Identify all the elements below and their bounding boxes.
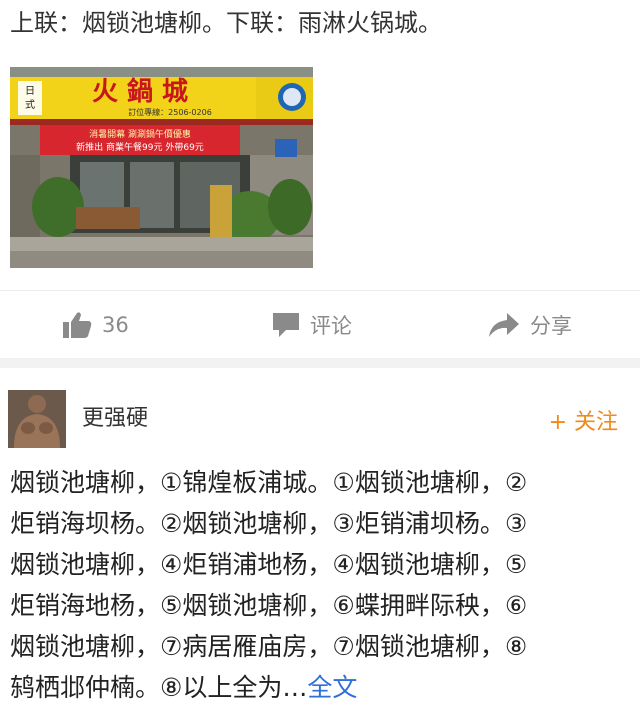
comment-label: 评论	[310, 314, 352, 338]
read-more-link[interactable]: 全文	[307, 673, 357, 702]
sign-small-label-top: 日	[25, 86, 35, 97]
comment-line: 烟锁池塘柳，④炬销浦地杨，④烟锁池塘柳，⑤	[10, 550, 528, 579]
section-divider	[0, 358, 640, 368]
comment-last-line: 鸫栖邶仲楠。⑧以上全为…全文	[10, 667, 632, 708]
like-button[interactable]: 36	[62, 309, 129, 341]
sign-small-label-bottom: 式	[25, 98, 35, 111]
user-avatar-image	[8, 390, 66, 448]
thumbs-up-icon	[63, 312, 92, 338]
follow-button[interactable]: + 关注	[549, 404, 618, 436]
sign-name: 火 鍋 城	[92, 76, 188, 107]
comment-line: 炬销海地杨，⑤烟锁池塘柳，⑥蝶拥畔际秧，⑥	[10, 591, 528, 620]
comment-button[interactable]: 评论	[272, 309, 352, 341]
avatar[interactable]	[8, 390, 66, 448]
post-image[interactable]: 日 式 火 鍋 城 訂位專線：2506-0206 消暑開幕 涮涮鍋午價優惠 新推…	[10, 67, 313, 268]
share-label: 分享	[530, 314, 572, 338]
sign-banner-sub: 新推出 商業午餐99元 外帶69元	[76, 141, 204, 153]
comment-line: 炬销海坝杨。②烟锁池塘柳，③炬销浦坝杨。③	[10, 509, 528, 538]
comment-icon	[273, 313, 299, 337]
comment-body: 烟锁池塘柳，①锦煌板浦城。①烟锁池塘柳，② 炬销海坝杨。②烟锁池塘柳，③炬销浦坝…	[10, 462, 632, 708]
like-count: 36	[102, 313, 129, 337]
comment-line: 烟锁池塘柳，①锦煌板浦城。①烟锁池塘柳，②	[10, 468, 528, 497]
sign-phone: 訂位專線：2506-0206	[128, 107, 212, 117]
comment-last-text: 鸫栖邶仲楠。⑧以上全为…	[10, 673, 308, 702]
comment-line: 烟锁池塘柳，⑦病居雁庙房，⑦烟锁池塘柳，⑧	[10, 632, 528, 661]
share-button[interactable]: 分享	[488, 309, 572, 341]
storefront-photo: 日 式 火 鍋 城 訂位專線：2506-0206 消暑開幕 涮涮鍋午價優惠 新推…	[10, 67, 313, 268]
sign-banner: 消暑開幕 涮涮鍋午價優惠	[89, 128, 191, 140]
comment-header: 更强硬 + 关注	[0, 368, 640, 452]
post-actions: 36 评论 分享	[0, 290, 640, 359]
share-icon	[489, 313, 519, 337]
post-text: 上联：烟锁池塘柳。下联：雨淋火锅城。	[10, 9, 442, 37]
username[interactable]: 更强硬	[82, 400, 148, 432]
